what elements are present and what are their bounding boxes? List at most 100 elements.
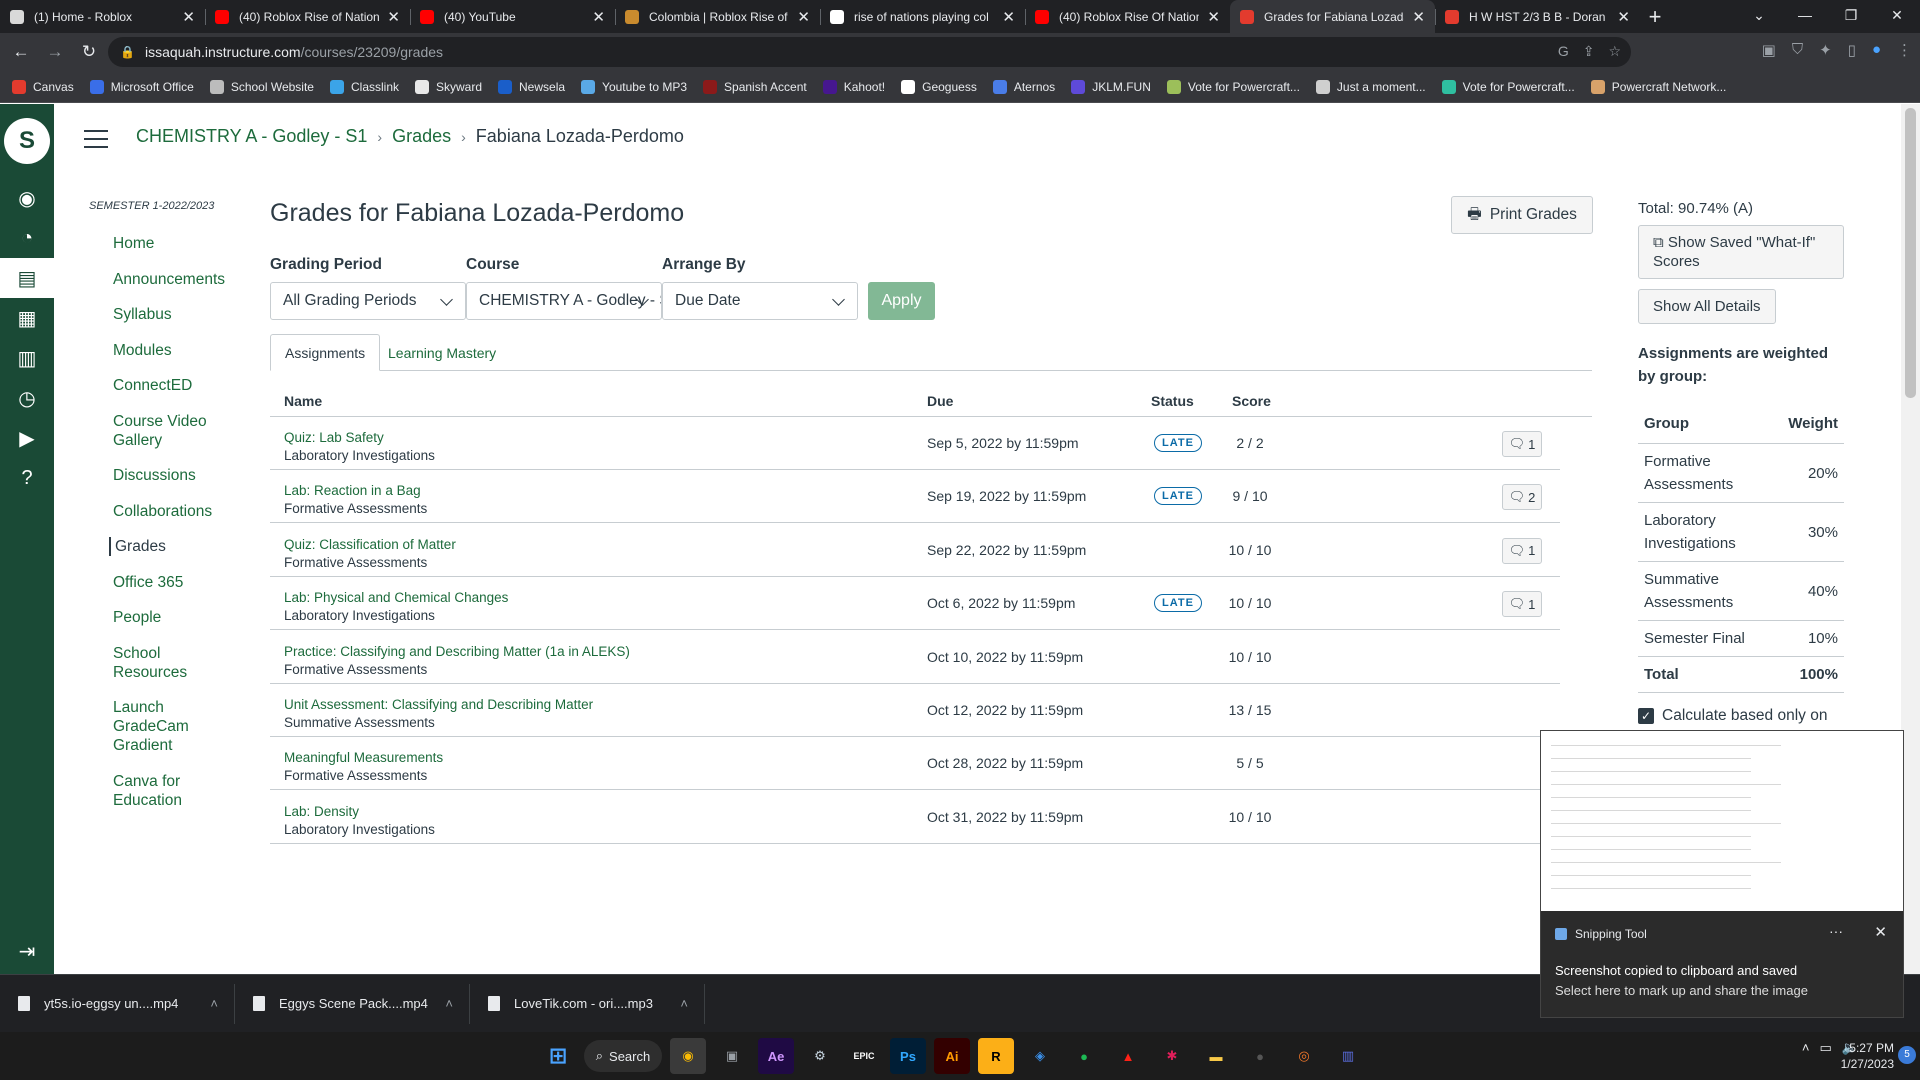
back-icon[interactable]: ← (8, 42, 34, 62)
close-icon[interactable]: ✕ (1617, 8, 1630, 26)
tab-learning-mastery[interactable]: Learning Mastery (374, 334, 510, 371)
bookmark-item[interactable]: School Website (209, 79, 314, 94)
calendar-icon[interactable]: ▦ (0, 298, 54, 338)
comments-button[interactable]: 🗨 1 (1502, 431, 1542, 457)
share-icon[interactable]: ⇪ (1583, 43, 1595, 60)
puzzle-extensions-icon[interactable]: ✦ (1819, 41, 1832, 59)
close-icon[interactable]: ✕ (1207, 8, 1220, 26)
checkbox-checked-icon[interactable]: ✓ (1638, 708, 1654, 724)
bookmark-item[interactable]: Vote for Powercraft... (1441, 79, 1575, 94)
browser-tab[interactable]: (1) Home - Roblox ✕ (0, 0, 205, 33)
comments-button[interactable]: 🗨 1 (1502, 537, 1542, 564)
chevron-up-icon[interactable]: ˄ (1802, 1040, 1810, 1056)
address-bar[interactable]: 🔒 issaquah.instructure.com/courses/23209… (108, 37, 1631, 67)
course-nav-item[interactable]: Home (113, 234, 233, 253)
bookmark-item[interactable]: Geoguess (901, 79, 977, 94)
studio-icon[interactable]: ▶ (0, 418, 54, 458)
browser-tab[interactable]: Grades for Fabiana Lozada ✕ (1230, 0, 1435, 33)
assignment-link[interactable]: Quiz: Classification of Matter (284, 536, 456, 554)
show-what-if-button[interactable]: ⧉ Show Saved "What-If" Scores (1638, 225, 1844, 279)
assignment-link[interactable]: Lab: Density (284, 803, 435, 821)
close-icon[interactable]: ✕ (1412, 8, 1425, 26)
course-nav-item[interactable]: School Resources (113, 644, 233, 682)
close-icon[interactable]: ✕ (592, 8, 605, 26)
shield-extension-icon[interactable]: ⛉ (1792, 41, 1803, 59)
close-window-button[interactable]: ✕ (1874, 0, 1920, 30)
assignment-link[interactable]: Practice: Classifying and Describing Mat… (284, 643, 630, 661)
browser-tab[interactable]: (40) Roblox Rise of Nations ✕ (205, 0, 410, 33)
epic-games-icon[interactable]: EPIC (846, 1038, 882, 1074)
browser-tab[interactable]: rise of nations playing col ✕ (820, 0, 1025, 33)
browser-tab[interactable]: (40) Roblox Rise Of Nation ✕ (1025, 0, 1230, 33)
bookmark-item[interactable]: Powercraft Network... (1590, 79, 1726, 94)
arrange-by-select[interactable]: Due Date (662, 282, 858, 320)
course-nav-item[interactable]: Canva for Education (113, 772, 233, 810)
reload-icon[interactable]: ↻ (76, 42, 102, 62)
tab-search-icon[interactable]: ⌄ (1736, 0, 1782, 30)
taskbar-search[interactable]: ⌕ Search (584, 1040, 662, 1072)
browser-tab[interactable]: (40) YouTube ✕ (410, 0, 615, 33)
app-icon[interactable]: ● (1242, 1038, 1278, 1074)
comments-button[interactable]: 🗨 2 (1502, 484, 1542, 511)
bookmark-item[interactable]: Youtube to MP3 (581, 79, 687, 94)
download-item[interactable]: Eggys Scene Pack....mp4 ˄ (235, 983, 470, 1024)
inbox-icon[interactable]: ▥ (0, 338, 54, 378)
rockstar-icon[interactable]: R (978, 1038, 1014, 1074)
clock[interactable]: 5:27 PM 1/27/2023 (1841, 1040, 1894, 1072)
print-grades-button[interactable]: 🖶 Print Grades (1451, 196, 1593, 234)
course-nav-item[interactable]: Announcements (113, 270, 233, 289)
course-nav-item[interactable]: Syllabus (113, 305, 233, 324)
breadcrumb-course[interactable]: CHEMISTRY A - Godley - S1 (136, 126, 367, 147)
forward-icon[interactable]: → (42, 42, 68, 62)
bookmark-item[interactable]: Kahoot! (822, 79, 885, 94)
slack-icon[interactable]: ✱ (1154, 1038, 1190, 1074)
course-nav-item[interactable]: Modules (113, 341, 233, 360)
assignment-link[interactable]: Lab: Reaction in a Bag (284, 482, 427, 500)
after-effects-icon[interactable]: Ae (758, 1038, 794, 1074)
bookmark-item[interactable]: Microsoft Office (89, 79, 194, 94)
app-icon[interactable]: ▥ (1330, 1038, 1366, 1074)
bookmark-item[interactable]: Canvas (12, 79, 74, 94)
bookmark-item[interactable]: Classlink (329, 79, 399, 94)
close-icon[interactable]: ✕ (182, 8, 195, 26)
help-icon[interactable]: ? (0, 458, 54, 498)
chevron-up-icon[interactable]: ˄ (210, 996, 218, 1011)
bookmark-item[interactable]: Newsela (498, 79, 565, 94)
collapse-nav-icon[interactable]: ⇥ (0, 939, 54, 964)
grading-period-select[interactable]: All Grading Periods (270, 282, 466, 320)
profile-avatar-icon[interactable]: ● (1872, 41, 1881, 59)
file-explorer-icon[interactable]: ▬ (1198, 1038, 1234, 1074)
dashboard-icon[interactable]: ◔ (0, 218, 54, 258)
illustrator-icon[interactable]: Ai (934, 1038, 970, 1074)
restore-button[interactable]: ❐ (1828, 0, 1874, 30)
new-tab-button[interactable]: + (1640, 0, 1670, 33)
notification-badge[interactable]: 5 (1898, 1046, 1916, 1064)
assignment-link[interactable]: Meaningful Measurements (284, 749, 443, 767)
chrome-icon[interactable]: ◉ (670, 1038, 706, 1074)
course-nav-item[interactable]: Discussions (113, 466, 233, 485)
app-icon[interactable]: ▣ (714, 1038, 750, 1074)
steam-icon[interactable]: ⚙ (802, 1038, 838, 1074)
comments-button[interactable]: 🗨 1 (1502, 591, 1542, 618)
menu-kebab-icon[interactable]: ⋮ (1897, 41, 1912, 59)
more-options-icon[interactable]: ··· (1829, 923, 1843, 939)
network-icon[interactable]: ▭ (1820, 1040, 1832, 1056)
bookmark-item[interactable]: Skyward (415, 79, 482, 94)
bookmark-item[interactable]: JKLM.FUN (1071, 79, 1151, 94)
chevron-up-icon[interactable]: ˄ (445, 996, 453, 1011)
bookmark-item[interactable]: Spanish Accent (703, 79, 807, 94)
snipping-tool-notification[interactable]: Snipping Tool ··· ✕ Screenshot copied to… (1540, 730, 1904, 1018)
bookmark-item[interactable]: Aternos (992, 79, 1055, 94)
minimize-button[interactable]: — (1782, 0, 1828, 30)
course-nav-item[interactable]: Collaborations (113, 502, 233, 521)
assignment-link[interactable]: Quiz: Lab Safety (284, 429, 435, 447)
course-nav-item[interactable]: ConnectED (113, 376, 233, 395)
tab-assignments[interactable]: Assignments (270, 334, 381, 371)
spotify-icon[interactable]: ● (1066, 1038, 1102, 1074)
assignment-link[interactable]: Lab: Physical and Chemical Changes (284, 589, 508, 607)
course-nav-item[interactable]: Office 365 (113, 573, 233, 592)
show-all-details-button[interactable]: Show All Details (1638, 289, 1776, 324)
assignment-link[interactable]: Unit Assessment: Classifying and Describ… (284, 696, 593, 714)
chevron-up-icon[interactable]: ˄ (680, 996, 688, 1011)
download-item[interactable]: yt5s.io-eggsy un....mp4 ˄ (0, 983, 235, 1024)
